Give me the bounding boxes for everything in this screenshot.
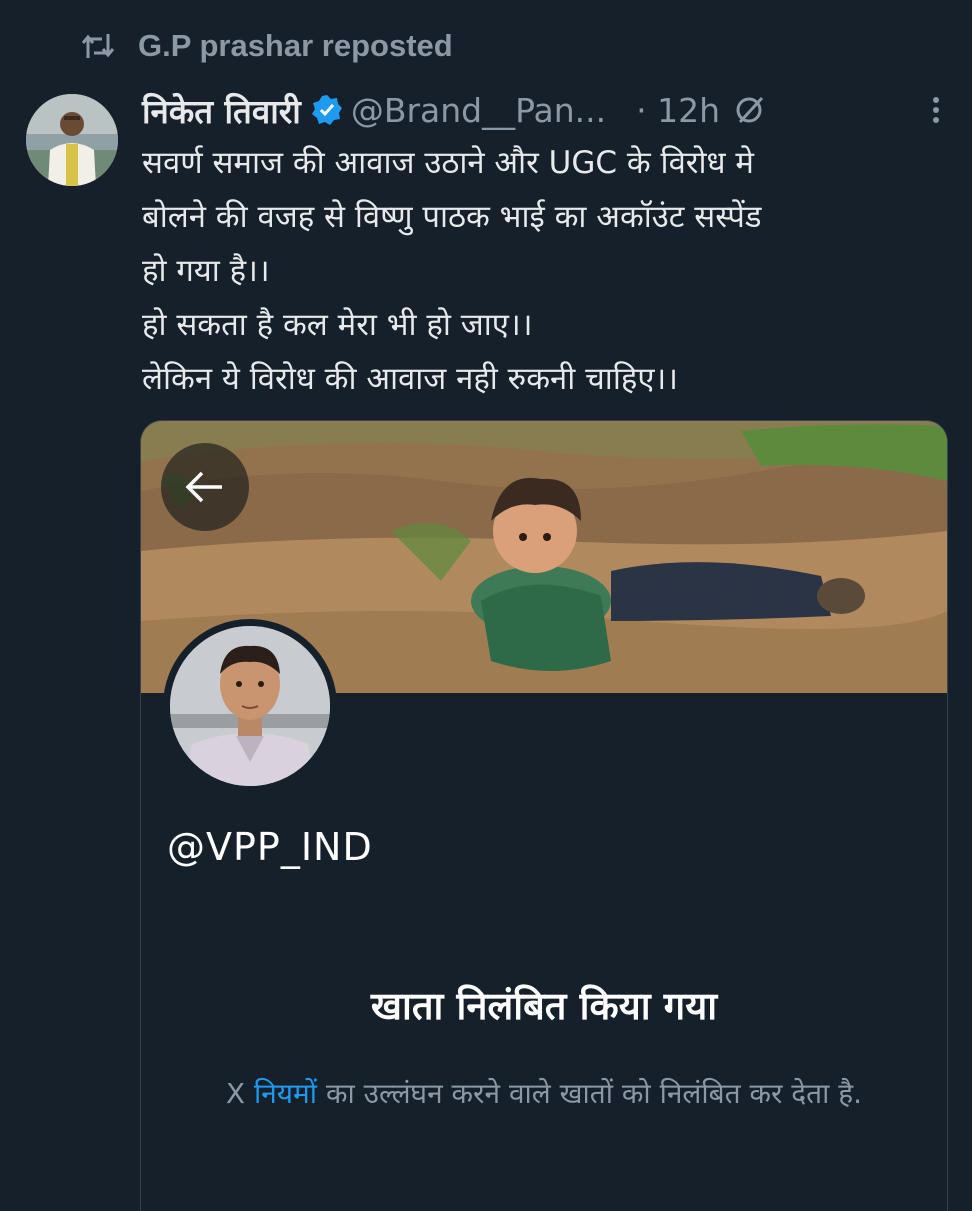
author-handle[interactable]: @Brand__Pan... (351, 91, 606, 130)
suspended-account-handle: @VPP_IND (167, 825, 373, 869)
author-name[interactable]: निकेत तिवारी (142, 88, 301, 133)
repost-label: G.P prashar reposted (138, 28, 453, 63)
rules-link[interactable]: नियमों (254, 1077, 317, 1110)
desc-prefix: X (225, 1077, 255, 1110)
suspended-description: X नियमों का उल्लंघन करने वाले खातों को न… (211, 1071, 877, 1117)
suspended-account-card[interactable]: @VPP_IND खाता निलंबित किया गया X नियमों … (140, 420, 948, 1211)
repost-icon (81, 34, 115, 58)
suspended-title: खाता निलंबित किया गया (370, 984, 718, 1028)
author-avatar[interactable] (26, 94, 118, 186)
desc-suffix: का उल्लंघन करने वाले खातों को निलंबित कर… (317, 1077, 863, 1110)
tweet-header: निकेत तिवारी @Brand__Pan... · 12h (142, 82, 952, 138)
suspended-profile-picture (163, 619, 337, 793)
verified-badge-icon (311, 95, 342, 125)
repost-indicator[interactable]: G.P prashar reposted (80, 26, 453, 66)
tweet-text: सवर्ण समाज की आवाज उठाने और UGC के विरोध… (142, 145, 762, 397)
back-arrow-icon (185, 471, 222, 503)
more-options-icon[interactable] (930, 94, 942, 126)
grok-icon[interactable] (734, 94, 766, 126)
back-button[interactable] (161, 443, 249, 531)
tweet-time[interactable]: · 12h (636, 91, 720, 130)
